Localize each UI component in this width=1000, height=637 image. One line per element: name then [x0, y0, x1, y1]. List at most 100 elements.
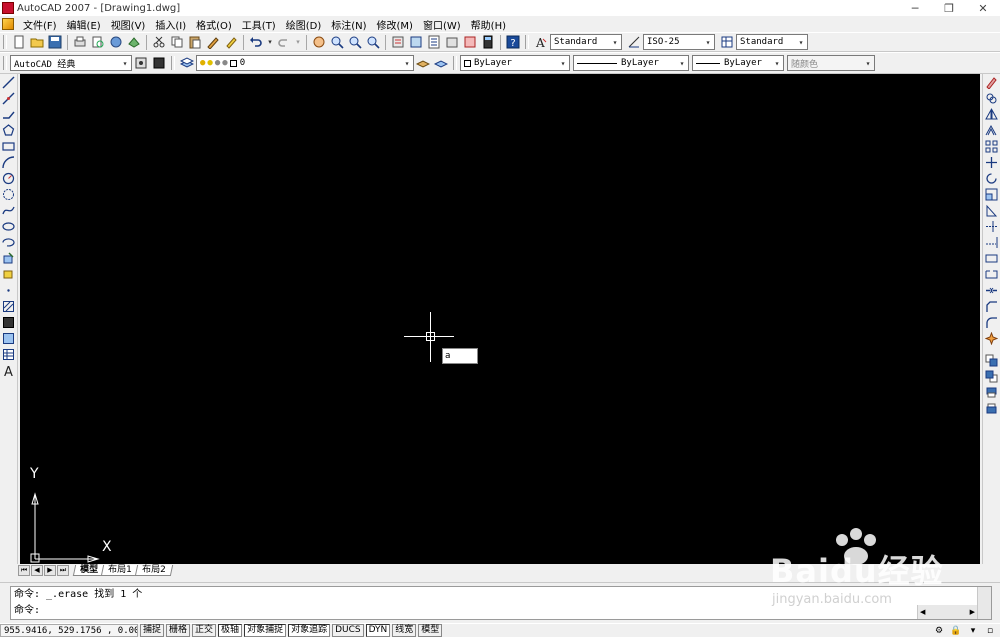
gradient-icon[interactable]: [1, 314, 17, 330]
grid-toggle[interactable]: 栅格: [166, 624, 191, 637]
scroll-left-icon[interactable]: ◀: [920, 608, 925, 616]
match-properties-icon[interactable]: [205, 34, 221, 50]
command-horizontal-scrollbar[interactable]: ◀ ▶: [917, 605, 977, 619]
make-object-layer-current-icon[interactable]: [415, 55, 431, 71]
undo-icon[interactable]: [248, 34, 264, 50]
toolbar-grip[interactable]: [453, 56, 457, 70]
lineweight-combo[interactable]: ByLayer ▾: [692, 55, 784, 71]
region-icon[interactable]: [1, 330, 17, 346]
workspace-combo[interactable]: AutoCAD 经典 ▾: [10, 55, 132, 71]
layer-combo[interactable]: ● ● ● ● 0 ▾: [196, 55, 414, 71]
table-icon[interactable]: [1, 346, 17, 362]
draw-order-under-icon[interactable]: [984, 400, 1000, 416]
polygon-icon[interactable]: [1, 122, 17, 138]
draw-order-back-icon[interactable]: [984, 368, 1000, 384]
menu-window[interactable]: 窗口(W): [418, 17, 466, 32]
line-icon[interactable]: [1, 74, 17, 90]
ellipse-arc-icon[interactable]: [1, 234, 17, 250]
status-menu-icon[interactable]: ▾: [966, 625, 980, 637]
color-combo[interactable]: ByLayer ▾: [460, 55, 570, 71]
fillet-icon[interactable]: [984, 314, 1000, 330]
erase-icon[interactable]: [984, 74, 1000, 90]
join-icon[interactable]: [984, 282, 1000, 298]
text-style-combo[interactable]: Standard ▾: [550, 34, 622, 50]
drawing-area[interactable]: a Y X: [20, 74, 980, 564]
coordinate-readout[interactable]: 955.9416, 529.1756 , 0.0000: [0, 624, 138, 637]
redo-dropdown-icon[interactable]: ▾: [294, 34, 302, 50]
help-icon[interactable]: ?: [505, 34, 521, 50]
move-icon[interactable]: [984, 154, 1000, 170]
lineweight-toggle[interactable]: 线宽: [392, 624, 417, 637]
restore-button[interactable]: ❐: [932, 0, 966, 16]
menu-edit[interactable]: 编辑(E): [62, 17, 106, 32]
menu-help[interactable]: 帮助(H): [466, 17, 511, 32]
pan-realtime-icon[interactable]: [311, 34, 327, 50]
point-icon[interactable]: [1, 282, 17, 298]
polar-toggle[interactable]: 极轴: [218, 624, 243, 637]
osnap-toggle[interactable]: 对象捕捉: [244, 624, 287, 637]
menu-draw[interactable]: 绘图(D): [281, 17, 327, 32]
workspace-settings-icon[interactable]: [133, 55, 149, 71]
3d-dwf-icon[interactable]: [126, 34, 142, 50]
ortho-toggle[interactable]: 正交: [192, 624, 217, 637]
tool-palettes-icon[interactable]: [426, 34, 442, 50]
circle-icon[interactable]: [1, 170, 17, 186]
command-vertical-scrollbar[interactable]: [977, 587, 991, 619]
paste-icon[interactable]: [187, 34, 203, 50]
menu-file[interactable]: 文件(F): [18, 17, 62, 32]
dim-style-combo[interactable]: ISO-25 ▾: [643, 34, 715, 50]
design-center-icon[interactable]: [408, 34, 424, 50]
markup-set-manager-icon[interactable]: [462, 34, 478, 50]
snap-toggle[interactable]: 捕捉: [140, 624, 165, 637]
table-style-icon[interactable]: [719, 34, 735, 50]
last-tab-icon[interactable]: ⏭: [57, 564, 69, 576]
model-toggle[interactable]: 模型: [418, 624, 443, 637]
rectangle-icon[interactable]: [1, 138, 17, 154]
chamfer-icon[interactable]: [984, 298, 1000, 314]
polyline-icon[interactable]: [1, 106, 17, 122]
draw-order-above-icon[interactable]: [984, 384, 1000, 400]
zoom-window-icon[interactable]: [347, 34, 363, 50]
make-block-icon[interactable]: [1, 266, 17, 282]
autocad-app-icon[interactable]: [2, 2, 14, 14]
next-tab-icon[interactable]: ▶: [44, 564, 56, 576]
menu-modify[interactable]: 修改(M): [372, 17, 418, 32]
dyn-toggle[interactable]: DYN: [365, 624, 391, 637]
plot-icon[interactable]: [72, 34, 88, 50]
break-at-point-icon[interactable]: [984, 250, 1000, 266]
multiline-text-icon[interactable]: A: [1, 362, 17, 378]
lock-icon[interactable]: 🔒: [949, 625, 963, 637]
prev-tab-icon[interactable]: ◀: [31, 564, 43, 576]
menu-view[interactable]: 视图(V): [106, 17, 151, 32]
communication-center-icon[interactable]: ⚙: [932, 625, 946, 637]
publish-icon[interactable]: [108, 34, 124, 50]
scale-icon[interactable]: [984, 186, 1000, 202]
copy-object-icon[interactable]: [984, 90, 1000, 106]
toolbar-grip[interactable]: [171, 56, 175, 70]
ducs-toggle[interactable]: DUCS: [332, 624, 364, 637]
clean-screen-icon[interactable]: ▫: [983, 625, 997, 637]
dim-style-icon[interactable]: [626, 34, 642, 50]
plot-style-combo[interactable]: 随颜色 ▾: [787, 55, 875, 71]
construction-line-icon[interactable]: [1, 90, 17, 106]
block-editor-icon[interactable]: [223, 34, 239, 50]
revision-cloud-icon[interactable]: [1, 186, 17, 202]
mirror-icon[interactable]: [984, 106, 1000, 122]
dynamic-input-box[interactable]: a: [442, 348, 478, 364]
layer-manager-icon[interactable]: [179, 55, 195, 71]
command-prompt-line[interactable]: 命令:: [11, 603, 991, 619]
plot-preview-icon[interactable]: [90, 34, 106, 50]
text-style-icon[interactable]: A: [533, 34, 549, 50]
minimize-button[interactable]: ─: [898, 0, 932, 16]
ellipse-icon[interactable]: [1, 218, 17, 234]
rotate-icon[interactable]: [984, 170, 1000, 186]
zoom-realtime-icon[interactable]: [329, 34, 345, 50]
otrack-toggle[interactable]: 对象追踪: [288, 624, 331, 637]
table-style-combo[interactable]: Standard ▾: [736, 34, 808, 50]
sheet-set-manager-icon[interactable]: [444, 34, 460, 50]
trim-icon[interactable]: [984, 218, 1000, 234]
toolbar-grip[interactable]: [3, 56, 7, 70]
tab-layout1[interactable]: 布局1: [100, 564, 139, 576]
layer-previous-icon[interactable]: [433, 55, 449, 71]
explode-icon[interactable]: [984, 330, 1000, 346]
